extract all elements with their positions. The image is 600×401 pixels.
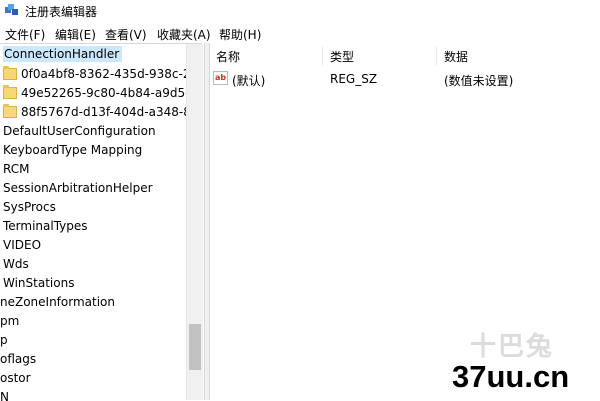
menu-favorites[interactable]: 收藏夹(A) xyxy=(157,26,211,43)
tree-item-label: neZoneInformation xyxy=(0,295,116,309)
tree-item-label: 49e52265-9c80-4b84-a9d5-7e xyxy=(21,86,202,100)
column-header-type[interactable]: 类型 xyxy=(330,48,354,66)
tree-item-label: 88f5767d-d13f-404d-a348-8b xyxy=(21,105,199,119)
tree-item-label: KeyboardType Mapping xyxy=(3,143,143,157)
folder-icon xyxy=(3,66,17,80)
menu-edit[interactable]: 编辑(E) xyxy=(55,26,96,43)
tree-item-label: SessionArbitrationHelper xyxy=(3,181,153,195)
tree-item-n[interactable]: N xyxy=(0,388,9,401)
tree-item-label: TerminalTypes xyxy=(3,219,88,233)
tree-item-terminaltypes[interactable]: TerminalTypes xyxy=(3,217,88,236)
tree-item-rcm[interactable]: RCM xyxy=(3,160,29,179)
column-divider[interactable] xyxy=(322,47,323,65)
tree-item-defaultuserconfiguration[interactable]: DefaultUserConfiguration xyxy=(3,122,156,141)
tree-item-ostor[interactable]: ostor xyxy=(0,369,31,388)
tree-item-label: SysProcs xyxy=(3,200,56,214)
tree-item-label: pm xyxy=(0,314,20,328)
tree-item-video[interactable]: VIDEO xyxy=(3,236,41,255)
title-bar: 注册表编辑器 xyxy=(0,0,600,22)
tree-item-subkey[interactable]: 88f5767d-d13f-404d-a348-8b xyxy=(3,103,198,122)
menu-file[interactable]: 文件(F) xyxy=(5,26,45,43)
tree-item-zoneinformation[interactable]: neZoneInformation xyxy=(0,293,115,312)
list-row[interactable]: ab (默认) REG_SZ (数值未设置) xyxy=(210,69,600,89)
tree-item-wds[interactable]: Wds xyxy=(3,255,29,274)
watermark-text: 37uu.cn xyxy=(452,359,570,394)
menu-help[interactable]: 帮助(H) xyxy=(219,26,261,43)
tree-item-label: WinStations xyxy=(3,276,75,290)
tree-item-label: Wds xyxy=(3,257,29,271)
column-header-data[interactable]: 数据 xyxy=(444,48,468,66)
tree-item-winstations[interactable]: WinStations xyxy=(3,274,74,293)
tree-item-p[interactable]: p xyxy=(0,331,8,350)
tree-item-label: ostor xyxy=(0,371,31,385)
tree-item-label: oflags xyxy=(0,352,37,366)
registry-editor-icon xyxy=(5,4,18,15)
value-data: (数值未设置) xyxy=(444,74,514,88)
value-type: REG_SZ xyxy=(330,72,378,86)
menu-view[interactable]: 查看(V) xyxy=(105,26,147,43)
key-tree[interactable]: ConnectionHandler 0f0a4bf8-8362-435d-938… xyxy=(0,43,202,401)
tree-scrollbar[interactable] xyxy=(186,44,203,400)
tree-item-label: N xyxy=(0,390,9,401)
scroll-thumb[interactable] xyxy=(189,324,201,370)
folder-icon xyxy=(3,104,17,118)
tree-item-subkey[interactable]: 49e52265-9c80-4b84-a9d5-7e xyxy=(3,84,202,103)
tree-item-label: 0f0a4bf8-8362-435d-938c-222 xyxy=(21,67,202,81)
tree-item-pm[interactable]: pm xyxy=(0,312,19,331)
tree-item-keyboardtype-mapping[interactable]: KeyboardType Mapping xyxy=(3,141,142,160)
folder-icon xyxy=(3,85,17,99)
string-value-icon: ab xyxy=(213,71,228,85)
tree-item-label: ConnectionHandler xyxy=(3,46,123,62)
column-header-name[interactable]: 名称 xyxy=(216,48,240,66)
tree-item-oflags[interactable]: oflags xyxy=(0,350,36,369)
tree-item-label: VIDEO xyxy=(3,238,42,252)
window-title: 注册表编辑器 xyxy=(25,5,98,19)
watermark-cn: 十巴兔 xyxy=(470,332,555,362)
tree-item-sysprocs[interactable]: SysProcs xyxy=(3,198,56,217)
tree-item-sessionarbitrationhelper[interactable]: SessionArbitrationHelper xyxy=(3,179,153,198)
tree-item-subkey[interactable]: 0f0a4bf8-8362-435d-938c-222 xyxy=(3,65,202,84)
tree-item-connectionhandler[interactable]: ConnectionHandler xyxy=(3,45,123,64)
menu-bar: 文件(F) 编辑(E) 查看(V) 收藏夹(A) 帮助(H) xyxy=(0,23,600,43)
tree-item-label: p xyxy=(0,333,8,347)
tree-item-label: DefaultUserConfiguration xyxy=(3,124,156,138)
tree-item-label: RCM xyxy=(3,162,30,176)
value-name: (默认) xyxy=(232,74,266,88)
column-divider[interactable] xyxy=(436,47,437,65)
